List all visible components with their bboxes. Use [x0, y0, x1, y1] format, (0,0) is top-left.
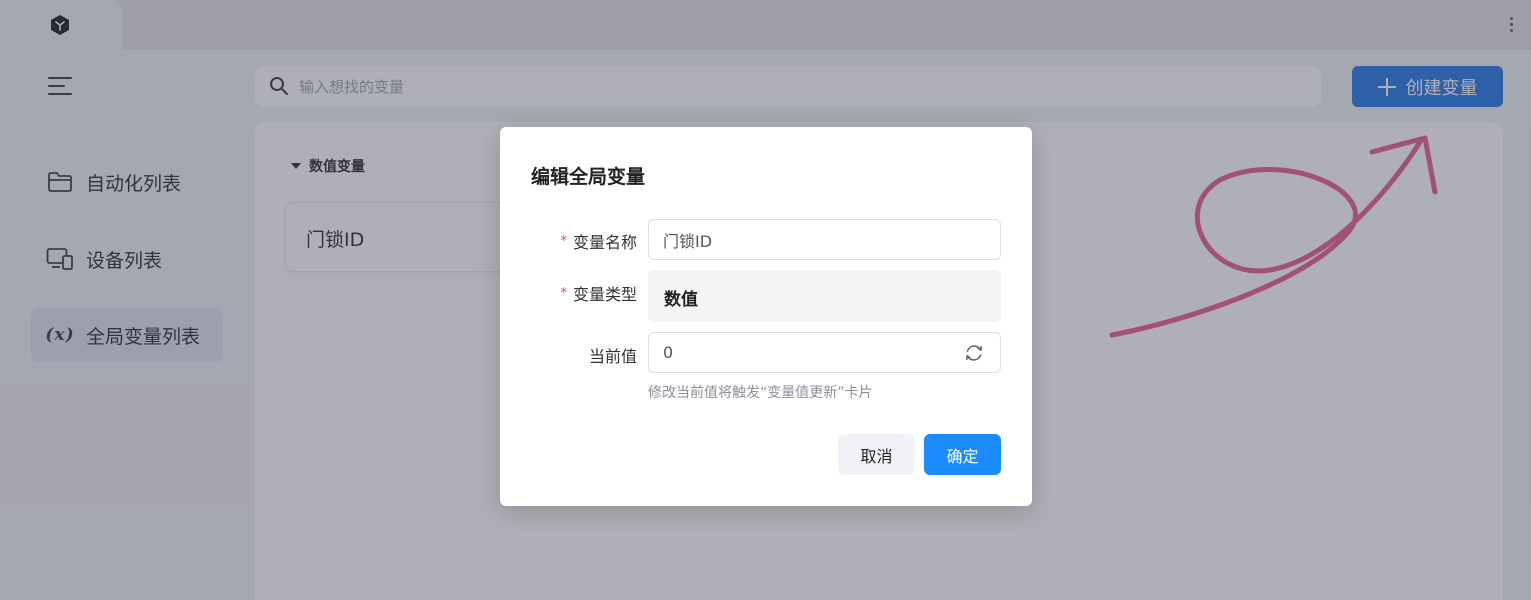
confirm-button[interactable]: 确定: [924, 434, 1001, 475]
variable-type-value: 数值: [664, 290, 698, 310]
name-label: * 变量名称: [560, 233, 637, 252]
edit-variable-dialog: 编辑全局变量 *变量名称 *变量类型 数值 当前值 修改当前值将触发“变量值更新…: [500, 127, 1032, 506]
dialog-title: 编辑全局变量: [531, 166, 646, 188]
current-value-field: [648, 332, 1001, 373]
required-mark: *: [560, 286, 567, 301]
current-value-input[interactable]: [663, 333, 953, 372]
cancel-button[interactable]: 取消: [838, 434, 915, 475]
variable-type-field: 数值: [648, 270, 1001, 322]
current-value-help-text: 修改当前值将触发“变量值更新”卡片: [648, 385, 873, 401]
variable-name-field: [648, 219, 1001, 260]
required-mark: *: [560, 234, 567, 249]
current-value-label: 当前值: [588, 347, 637, 366]
type-label: * 变量类型: [560, 285, 637, 304]
refresh-icon[interactable]: [964, 343, 984, 363]
variable-name-input[interactable]: [663, 220, 953, 259]
